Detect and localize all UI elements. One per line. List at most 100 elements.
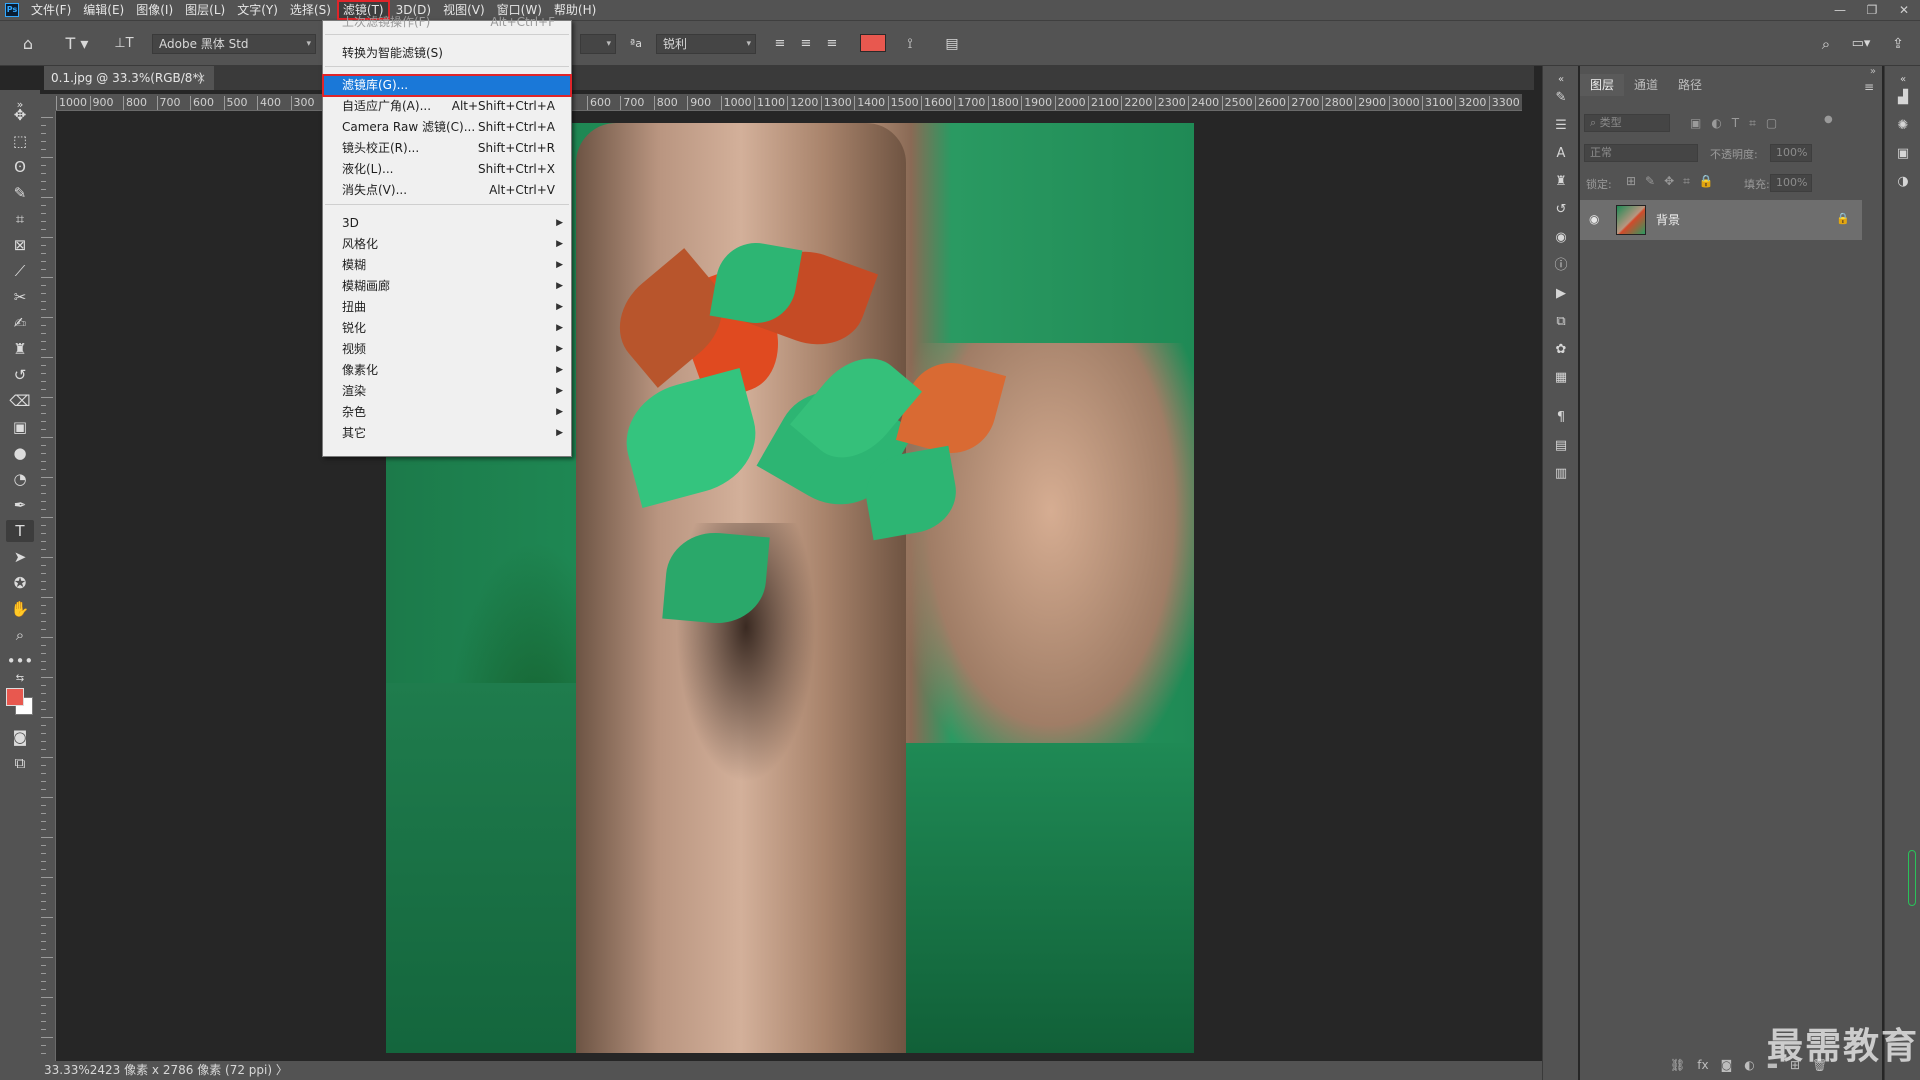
filter-menu-item[interactable]: 模糊 ▶ — [323, 255, 571, 276]
histogram-icon[interactable]: ▟ — [1893, 88, 1913, 108]
swap-colors-icon[interactable]: ⇆ — [6, 668, 34, 690]
close-icon[interactable]: ✕ — [1888, 0, 1920, 20]
tab-layers[interactable]: 图层 — [1580, 74, 1625, 96]
adjustment-icon[interactable]: ◐ — [1744, 1058, 1754, 1072]
healing-tool-icon[interactable]: ✂ — [6, 286, 34, 308]
layer-filter-icons[interactable]: ▣◐T⌗▢ — [1690, 116, 1787, 131]
notes-icon[interactable]: ▤ — [1551, 436, 1571, 456]
filter-menu-item[interactable]: 杂色 ▶ — [323, 402, 571, 423]
toggle-text-orientation-icon[interactable]: ⊥T — [112, 21, 136, 67]
collapse-chevron-icon[interactable]: « — [1551, 70, 1571, 90]
lock-options-icons[interactable]: ⊞✎✥⌗🔒 — [1626, 174, 1723, 189]
filter-menu-item[interactable]: 锐化 ▶ — [323, 318, 571, 339]
character-panel-icon[interactable]: ▤ — [940, 21, 964, 67]
stamp-tool-icon[interactable]: ♜ — [6, 338, 34, 360]
status-menu-arrow-icon[interactable]: 〉 — [276, 1063, 288, 1077]
opacity-field[interactable]: 100% — [1770, 144, 1812, 162]
brush-tool-icon[interactable]: ✍ — [6, 312, 34, 334]
frame-tool-icon[interactable]: ⊠ — [6, 234, 34, 256]
filter-menu-item[interactable]: 转换为智能滤镜(S) — [323, 43, 571, 64]
align-center-icon[interactable]: ≡ — [796, 21, 816, 67]
horizontal-ruler[interactable]: 1000 900 800 700 600 500 400 300 600 700 800 900 100… — [56, 94, 1522, 111]
marquee-tool-icon[interactable]: ⬚ — [6, 130, 34, 152]
quick-select-tool-icon[interactable]: ✎ — [6, 182, 34, 204]
pen-tool-icon[interactable]: ✒ — [6, 494, 34, 516]
filter-menu-item[interactable]: 风格化 ▶ — [323, 234, 571, 255]
gradient-tool-icon[interactable]: ▣ — [6, 416, 34, 438]
zoom-tool-icon[interactable]: ⌕ — [6, 624, 34, 646]
filter-menu-item[interactable]: 自适应广角(A)... Alt+Shift+Ctrl+A — [323, 96, 571, 117]
layer-filter-select[interactable]: ⌕ 类型 — [1584, 114, 1670, 132]
properties-icon[interactable]: ◉ — [1551, 228, 1571, 248]
fill-field[interactable]: 100% — [1770, 174, 1812, 192]
shape-tool-icon[interactable]: ✪ — [6, 572, 34, 594]
eyedropper-tool-icon[interactable]: ⟋ — [6, 260, 34, 282]
font-size-select[interactable]: ▾ — [580, 34, 616, 54]
text-color-swatch[interactable] — [860, 34, 886, 52]
menu-file[interactable]: 文件(F) — [25, 0, 77, 20]
blend-mode-select[interactable]: 正常 — [1584, 144, 1698, 162]
filter-menu-item[interactable]: 其它 ▶ — [323, 423, 571, 444]
zoom-slider[interactable] — [1908, 850, 1916, 906]
menu-type[interactable]: 文字(Y) — [231, 0, 284, 20]
filter-menu-item[interactable]: 消失点(V)... Alt+Ctrl+V — [323, 180, 571, 201]
styles-icon[interactable]: ⧉ — [1551, 312, 1571, 332]
type-tool-icon[interactable]: T — [6, 520, 34, 542]
filter-menu-item[interactable]: 滤镜库(G)... — [322, 74, 572, 97]
3d-icon[interactable]: ✿ — [1551, 340, 1571, 360]
eraser-tool-icon[interactable]: ⌫ — [6, 390, 34, 412]
search-icon[interactable]: ⌕ — [1814, 21, 1838, 67]
filter-menu-item[interactable]: 视频 ▶ — [323, 339, 571, 360]
eye-icon[interactable]: ◉ — [1589, 212, 1599, 226]
color-icon[interactable]: ◑ — [1893, 172, 1913, 192]
vertical-ruler[interactable] — [40, 111, 56, 1061]
filter-menu-item[interactable]: 渲染 ▶ — [323, 381, 571, 402]
adjustments-icon[interactable]: ☰ — [1551, 116, 1571, 136]
clone-source-icon[interactable]: ♜ — [1551, 172, 1571, 192]
filter-menu-item[interactable]: 模糊画廊 ▶ — [323, 276, 571, 297]
filter-menu-item[interactable]: 3D ▶ — [323, 213, 571, 234]
filter-menu-item[interactable]: Camera Raw 滤镜(C)... Shift+Ctrl+A — [323, 117, 571, 138]
font-family-select[interactable]: Adobe 黑体 Std ▾ — [152, 34, 316, 54]
link-icon[interactable]: ⛓ — [1670, 1058, 1685, 1072]
libraries-icon[interactable]: ▣ — [1893, 144, 1913, 164]
paragraph-icon[interactable]: ¶ — [1551, 408, 1571, 428]
brush-settings-icon[interactable]: ✎ — [1551, 88, 1571, 108]
close-tab-icon[interactable]: × — [196, 66, 206, 90]
foreground-color-swatch[interactable] — [6, 688, 24, 706]
table-icon[interactable]: ▦ — [1551, 368, 1571, 388]
type-tool-preset-icon[interactable]: T ▾ — [62, 21, 92, 67]
document-tab[interactable]: 0.1.jpg @ 33.3%(RGB/8*) × — [44, 66, 214, 90]
quick-mask-icon[interactable]: ◙ — [6, 726, 34, 748]
zoom-level[interactable]: 33.33% — [44, 1063, 90, 1077]
blur-tool-icon[interactable]: ● — [6, 442, 34, 464]
history-brush-tool-icon[interactable]: ↺ — [6, 364, 34, 386]
screen-mode-icon[interactable]: ⧉ — [6, 752, 34, 774]
canvas-area[interactable] — [56, 111, 1522, 1061]
collapse-chevron-icon[interactable]: « — [1893, 70, 1913, 90]
filter-toggle-icon[interactable]: ● — [1824, 114, 1833, 125]
info-icon[interactable]: ⓘ — [1551, 256, 1571, 276]
collapse-chevron-icon[interactable]: » — [1870, 66, 1876, 77]
dodge-tool-icon[interactable]: ◔ — [6, 468, 34, 490]
home-icon[interactable]: ⌂ — [14, 21, 42, 67]
navigator-icon[interactable]: ✺ — [1893, 116, 1913, 136]
layer-row[interactable]: ◉ 背景 🔒 — [1580, 200, 1862, 240]
align-left-icon[interactable]: ≡ — [770, 21, 790, 67]
menu-edit[interactable]: 编辑(E) — [77, 0, 130, 20]
workspace-icon[interactable]: ▭▾ — [1846, 21, 1876, 67]
tab-channels[interactable]: 通道 — [1624, 74, 1668, 96]
minimize-icon[interactable]: — — [1824, 0, 1856, 20]
comment-icon[interactable]: ▥ — [1551, 464, 1571, 484]
lasso-tool-icon[interactable]: ʘ — [6, 156, 34, 178]
move-tool-icon[interactable]: ✥ — [6, 104, 34, 126]
filter-menu-item[interactable]: 扭曲 ▶ — [323, 297, 571, 318]
menu-image[interactable]: 图像(I) — [130, 0, 179, 20]
restore-icon[interactable]: ❐ — [1856, 0, 1888, 20]
warp-text-icon[interactable]: ⟟ — [898, 21, 922, 67]
hand-tool-icon[interactable]: ✋ — [6, 598, 34, 620]
antialias-select[interactable]: 锐利 ▾ — [656, 34, 756, 54]
path-select-tool-icon[interactable]: ➤ — [6, 546, 34, 568]
filter-menu-item[interactable]: 液化(L)... Shift+Ctrl+X — [323, 159, 571, 180]
character-icon[interactable]: A — [1551, 144, 1571, 164]
